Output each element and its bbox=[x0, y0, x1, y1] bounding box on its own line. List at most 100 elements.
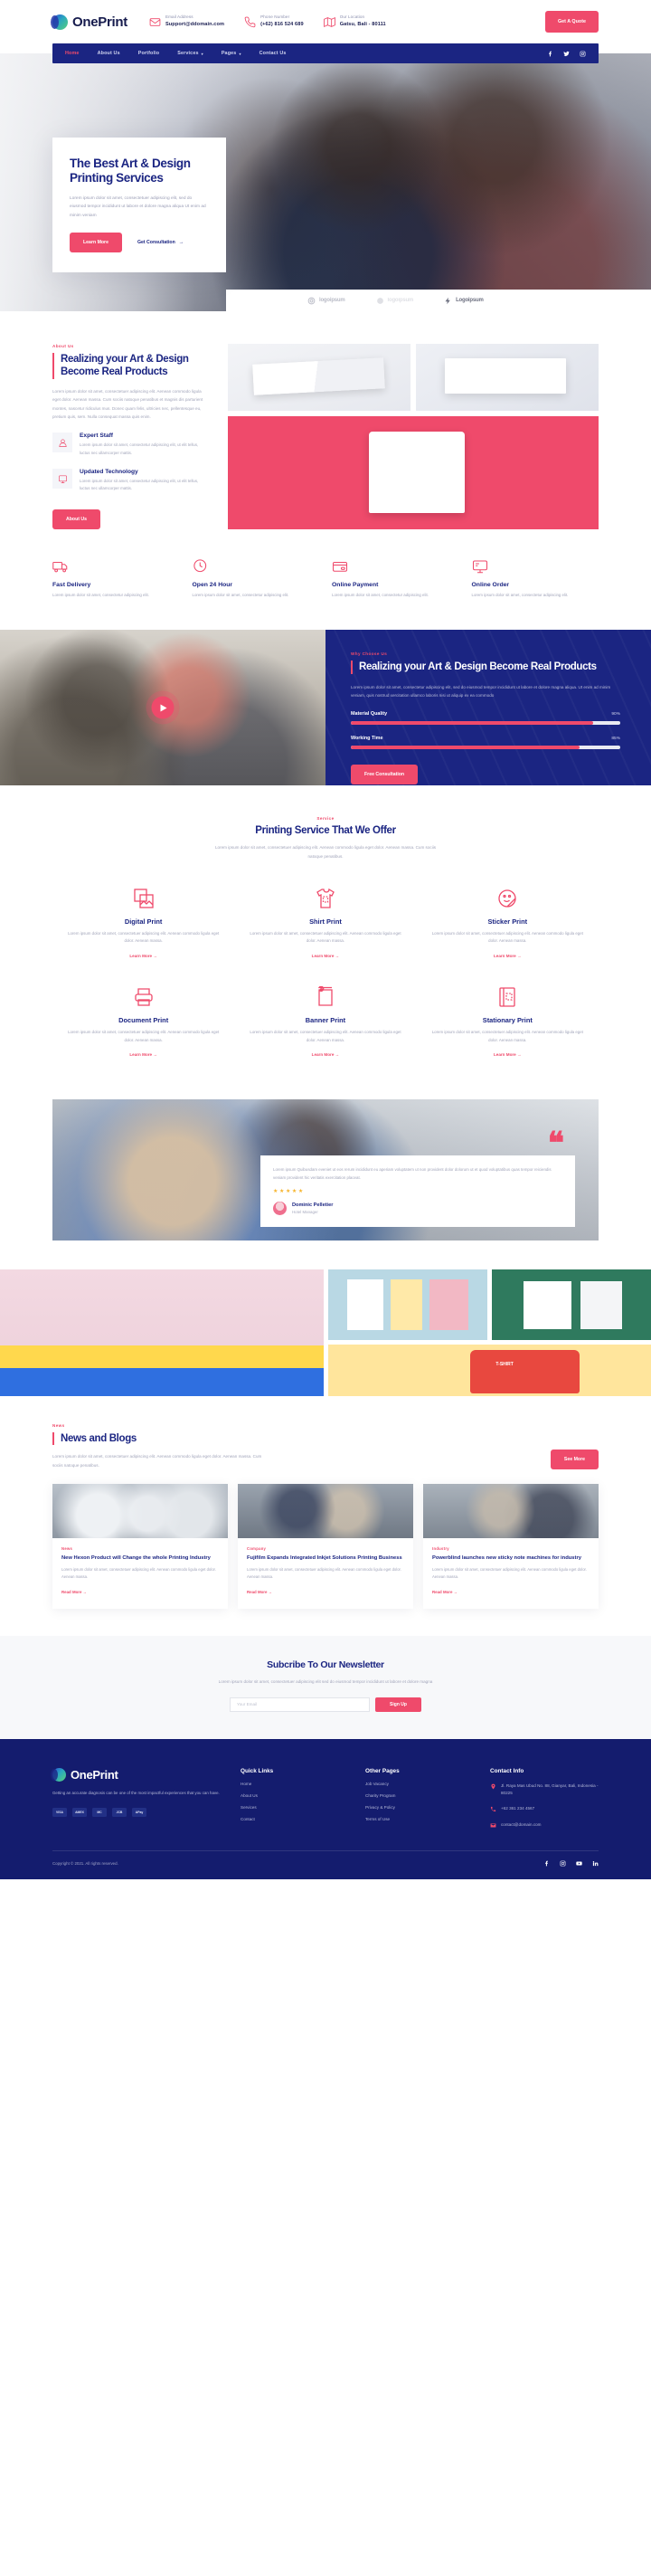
nav-label: Contact Us bbox=[259, 51, 287, 56]
news-card-3[interactable]: Industry Powerblind launches new sticky … bbox=[423, 1483, 599, 1609]
footer-link-terms-of-use[interactable]: Terms of Use bbox=[365, 1817, 474, 1821]
footer-link-job-vacancy[interactable]: Job Vacancy bbox=[365, 1782, 474, 1786]
footer-link-services[interactable]: Services bbox=[241, 1805, 349, 1810]
client-logo-1: logoipsum bbox=[307, 297, 345, 305]
hero-paragraph: Lorem ipsum dolor sit amet, consectetuer… bbox=[70, 195, 206, 218]
get-a-quote-button[interactable]: Get A Quote bbox=[544, 11, 599, 33]
service-card-shirt-print[interactable]: Shirt Print Lorem ipsum dolor sit amet, … bbox=[234, 875, 416, 974]
footer-about-text: Getting an accurate diagnosis can be one… bbox=[52, 1790, 220, 1795]
twitter-icon[interactable] bbox=[563, 51, 570, 57]
client-logos-strip: logoipsum logoipsum Logoipsum bbox=[226, 290, 651, 311]
nav-item-pages[interactable]: Pages ▾ bbox=[222, 51, 241, 56]
read-more-label: Read More bbox=[61, 1589, 82, 1594]
feature-online-payment: Online Payment Lorem ipsum dolor sit ame… bbox=[332, 558, 459, 600]
brand-logo[interactable]: OnePrint bbox=[51, 14, 127, 30]
instagram-icon[interactable] bbox=[560, 1860, 566, 1867]
news-card-1-body: News New Hexon Product will Change the w… bbox=[52, 1538, 228, 1609]
footer-link-home[interactable]: Home bbox=[241, 1782, 349, 1786]
footer-link-charity-program[interactable]: Charity Program bbox=[365, 1793, 474, 1798]
nav-item-portfolio[interactable]: Portfolio bbox=[138, 51, 160, 56]
news-card-1-read-more[interactable]: Read More → bbox=[61, 1590, 87, 1594]
instagram-icon[interactable] bbox=[580, 51, 586, 57]
about-title: Realizing your Art & Design Become Real … bbox=[61, 354, 189, 378]
news-card-2-text: Lorem ipsum dolor sit amet, consectetuer… bbox=[247, 1567, 401, 1580]
news-card-1-text: Lorem ipsum dolor sit amet, consectetuer… bbox=[61, 1567, 216, 1580]
footer-brand-column: OnePrint Getting an accurate diagnosis c… bbox=[51, 1767, 224, 1829]
service-card-stationary-print[interactable]: Stationary Print Lorem ipsum dolor sit a… bbox=[417, 974, 599, 1072]
logo-circle-icon bbox=[307, 297, 316, 305]
newsletter-signup-button[interactable]: Sign Up bbox=[375, 1697, 421, 1712]
services-subtitle: Lorem ipsum dolor sit amet, consectetuer… bbox=[214, 845, 437, 859]
service-card-sticker-print[interactable]: Sticker Print Lorem ipsum dolor sit amet… bbox=[417, 875, 599, 974]
why-paragraph: Lorem ipsum dolor sit amet, consectetur … bbox=[351, 684, 611, 699]
facebook-icon[interactable] bbox=[543, 1860, 550, 1867]
footer-contact-email: contact@domain.com bbox=[490, 1821, 599, 1829]
free-consultation-button[interactable]: Free Consultation bbox=[351, 764, 419, 784]
phone-icon bbox=[490, 1806, 496, 1812]
arrow-right-icon: → bbox=[178, 239, 184, 245]
footer-link-privacy-policy[interactable]: Privacy & Policy bbox=[365, 1805, 474, 1810]
news-card-1-image bbox=[52, 1483, 228, 1538]
nav-item-services[interactable]: Services ▾ bbox=[177, 51, 203, 56]
see-more-button[interactable]: See More bbox=[550, 1449, 599, 1469]
hero-card: The Best Art & Design Printing Services … bbox=[52, 138, 226, 272]
newsletter-paragraph: Lorem ipsum dolor sit amet, consectetuer… bbox=[218, 1678, 433, 1684]
service-digital-print-link[interactable]: Learn More → bbox=[129, 954, 157, 958]
footer-brand[interactable]: OnePrint bbox=[51, 1767, 224, 1782]
about-button-wrap: About Us bbox=[52, 509, 208, 529]
news-card-3-title: Powerblind launches new sticky note mach… bbox=[432, 1554, 581, 1561]
about-feature-expert-staff: Expert Staff Lorem ipsum dolor sit amet,… bbox=[52, 433, 208, 457]
footer: OnePrint Getting an accurate diagnosis c… bbox=[0, 1738, 651, 1879]
progress-working-time: Working Time 85% bbox=[351, 736, 620, 749]
service-card-document-print[interactable]: Document Print Lorem ipsum dolor sit ame… bbox=[52, 974, 234, 1072]
service-banner-print-link[interactable]: Learn More → bbox=[312, 1052, 340, 1057]
nav-item-home[interactable]: Home bbox=[65, 51, 80, 56]
payment-methods: VISA AMEX MC JCB APay bbox=[52, 1807, 224, 1817]
footer-link-about-us[interactable]: About Us bbox=[241, 1793, 349, 1798]
youtube-icon[interactable] bbox=[576, 1860, 582, 1867]
play-icon[interactable] bbox=[151, 696, 175, 719]
feature-fast-delivery-title: Fast Delivery bbox=[52, 581, 91, 588]
progress-working-time-label: Working Time bbox=[351, 735, 383, 741]
service-document-print-link[interactable]: Learn More → bbox=[129, 1052, 157, 1057]
about-us-button[interactable]: About Us bbox=[52, 509, 101, 529]
linkedin-icon[interactable] bbox=[592, 1860, 599, 1867]
why-button-wrap: Free Consultation bbox=[351, 764, 620, 784]
why-content: Why Choose Us Realizing your Art & Desig… bbox=[326, 630, 651, 786]
read-more-label: Read More bbox=[247, 1589, 268, 1594]
nav-item-contact-us[interactable]: Contact Us bbox=[259, 51, 287, 56]
logo-blob-icon bbox=[376, 297, 384, 305]
progress-working-time-track bbox=[351, 745, 620, 749]
footer-link-contact[interactable]: Contact bbox=[241, 1817, 349, 1821]
news-card-3-read-more[interactable]: Read More → bbox=[432, 1590, 458, 1594]
printer-icon bbox=[67, 985, 220, 1009]
service-sticker-print-link[interactable]: Learn More → bbox=[494, 954, 522, 958]
service-shirt-print-link[interactable]: Learn More → bbox=[312, 954, 340, 958]
hero-learn-more-button[interactable]: Learn More bbox=[70, 232, 122, 252]
page-root: OnePrint Email Address Support@ddomain.c… bbox=[0, 0, 651, 1879]
service-card-digital-print[interactable]: Digital Print Lorem ipsum dolor sit amet… bbox=[52, 875, 234, 974]
client-logo-3: Logoipsum bbox=[444, 297, 484, 305]
footer-grid: OnePrint Getting an accurate diagnosis c… bbox=[51, 1767, 599, 1829]
avatar bbox=[273, 1202, 287, 1216]
nav-label: Services bbox=[177, 51, 199, 56]
service-stationary-print-link[interactable]: Learn More → bbox=[494, 1052, 522, 1057]
image-print-icon bbox=[67, 887, 220, 910]
feature-online-payment-text: Lorem ipsum dolor sit amet, consectetur … bbox=[332, 592, 429, 597]
newsletter-email-input[interactable] bbox=[230, 1697, 371, 1712]
news-card-2-read-more[interactable]: Read More → bbox=[247, 1590, 272, 1594]
news-card-2[interactable]: Company Fujifilm Expands Integrated Inkj… bbox=[238, 1483, 413, 1609]
facebook-icon[interactable] bbox=[547, 51, 553, 57]
testimonial-rating-stars: ★★★★★ bbox=[273, 1189, 305, 1195]
hero-get-consultation-link[interactable]: Get Consultation → bbox=[137, 240, 184, 245]
service-card-banner-print[interactable]: Banner Print Lorem ipsum dolor sit amet,… bbox=[234, 974, 416, 1072]
nav-item-about-us[interactable]: About Us bbox=[98, 51, 120, 56]
feature-fast-delivery-text: Lorem ipsum dolor sit amet, consectetur … bbox=[52, 592, 149, 597]
gallery-image-tshirt-mockup: T-SHIRT bbox=[327, 1345, 651, 1397]
newsletter-form: Sign Up bbox=[52, 1697, 599, 1712]
newsletter-section: Subcribe To Our Newsletter Lorem ipsum d… bbox=[0, 1635, 651, 1739]
logo-bolt-icon bbox=[444, 297, 452, 305]
service-stationary-print-title: Stationary Print bbox=[482, 1015, 533, 1024]
news-card-1[interactable]: News New Hexon Product will Change the w… bbox=[52, 1483, 228, 1609]
top-info-email: Email Address Support@ddomain.com bbox=[149, 14, 224, 28]
